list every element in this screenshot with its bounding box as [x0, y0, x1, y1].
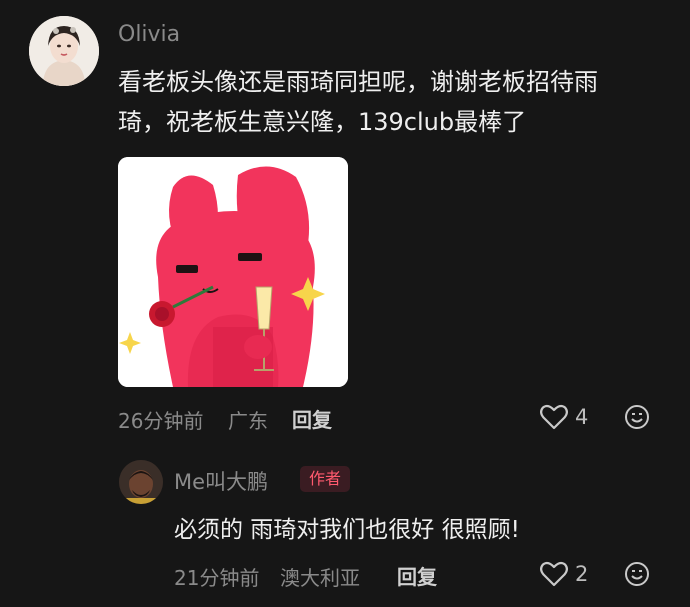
username[interactable]: Me叫大鹏 — [174, 466, 268, 496]
smiley-icon — [625, 562, 649, 586]
like-count: 4 — [575, 405, 589, 429]
timestamp: 26分钟前 — [118, 409, 204, 433]
heart-icon — [540, 404, 568, 430]
avatar[interactable] — [29, 16, 99, 86]
reply-button[interactable]: 回复 — [397, 561, 437, 590]
location: 澳大利亚 — [280, 566, 360, 590]
emoji-button[interactable] — [624, 561, 650, 587]
comment-text: 看老板头像还是雨琦同担呢，谢谢老板招待雨 琦，祝老板生意兴隆，139club最棒… — [118, 62, 678, 142]
sticker-image[interactable] — [118, 157, 348, 387]
emoji-button[interactable] — [624, 404, 650, 430]
comment-text: 必须的 雨琦对我们也很好 很照顾! — [174, 517, 520, 543]
like-button[interactable] — [540, 561, 568, 587]
timestamp: 21分钟前 — [174, 566, 260, 590]
like-button[interactable] — [540, 404, 568, 430]
comment-line: 看老板头像还是雨琦同担呢，谢谢老板招待雨 — [118, 68, 598, 96]
author-badge: 作者 — [300, 466, 351, 492]
location: 广东 — [228, 409, 268, 433]
heart-icon — [540, 561, 568, 587]
username[interactable]: Olivia — [118, 22, 180, 47]
like-count: 2 — [575, 562, 589, 586]
smiley-icon — [625, 405, 649, 429]
reply-button[interactable]: 回复 — [292, 404, 332, 433]
avatar[interactable] — [119, 460, 163, 504]
comment-line: 琦，祝老板生意兴隆，139club最棒了 — [118, 108, 527, 136]
